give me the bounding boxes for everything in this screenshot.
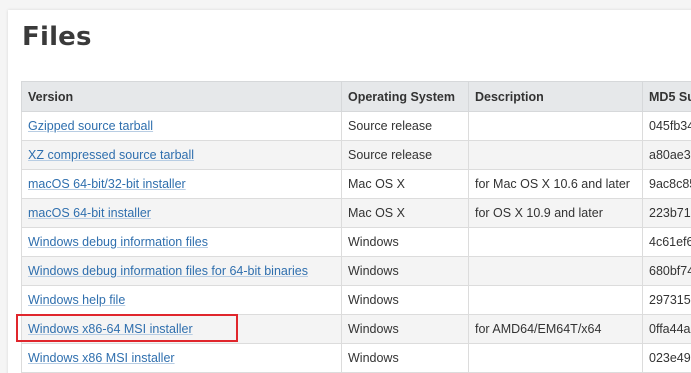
- download-link-windows-x86-64-msi-installer[interactable]: Windows x86-64 MSI installer: [28, 322, 193, 336]
- column-header-version: Version: [21, 81, 342, 112]
- download-link-macos-64-32-installer[interactable]: macOS 64-bit/32-bit installer: [28, 177, 186, 191]
- version-cell: macOS 64-bit installer: [21, 198, 342, 228]
- download-link-macos-64-installer[interactable]: macOS 64-bit installer: [28, 206, 151, 220]
- table-row: Windows x86 MSI installer Windows 023e49…: [21, 343, 691, 373]
- description-cell: [468, 227, 643, 257]
- description-cell: [468, 256, 643, 286]
- table-header-row: Version Operating System Description MD5…: [21, 81, 691, 112]
- column-header-md5-sum: MD5 Sum: [642, 81, 691, 112]
- download-link-windows-debug-files[interactable]: Windows debug information files: [28, 235, 208, 249]
- table-row: Windows debug information files Windows …: [21, 227, 691, 257]
- version-cell: Windows x86-64 MSI installer: [21, 314, 342, 344]
- column-header-operating-system: Operating System: [341, 81, 469, 112]
- md5-cell: 223b713: [642, 198, 691, 228]
- table-row: Windows x86-64 MSI installer Windows for…: [21, 314, 691, 344]
- md5-cell: 9ac8c85: [642, 169, 691, 199]
- description-cell: for AMD64/EM64T/x64: [468, 314, 643, 344]
- md5-cell: 4c61ef6: [642, 227, 691, 257]
- description-cell: [468, 343, 643, 373]
- version-cell: Windows debug information files for 64-b…: [21, 256, 342, 286]
- os-cell: Mac OS X: [341, 198, 469, 228]
- md5-cell: 2973154: [642, 285, 691, 315]
- section-title: Files: [22, 22, 92, 52]
- description-cell: [468, 140, 643, 170]
- table-row: macOS 64-bit/32-bit installer Mac OS X f…: [21, 169, 691, 199]
- md5-cell: 680bf74: [642, 256, 691, 286]
- os-cell: Windows: [341, 285, 469, 315]
- md5-cell: a80ae3c: [642, 140, 691, 170]
- md5-cell: 0ffa44a: [642, 314, 691, 344]
- files-table: Version Operating System Description MD5…: [21, 81, 691, 373]
- column-header-description: Description: [468, 81, 643, 112]
- os-cell: Mac OS X: [341, 169, 469, 199]
- os-cell: Source release: [341, 140, 469, 170]
- version-cell: Windows x86 MSI installer: [21, 343, 342, 373]
- version-cell: Gzipped source tarball: [21, 111, 342, 141]
- os-cell: Windows: [341, 256, 469, 286]
- os-cell: Windows: [341, 227, 469, 257]
- download-link-windows-help-file[interactable]: Windows help file: [28, 293, 125, 307]
- description-cell: [468, 285, 643, 315]
- version-cell: Windows debug information files: [21, 227, 342, 257]
- description-cell: [468, 111, 643, 141]
- os-cell: Source release: [341, 111, 469, 141]
- table-row: Gzipped source tarball Source release 04…: [21, 111, 691, 141]
- md5-cell: 023e49c: [642, 343, 691, 373]
- version-cell: XZ compressed source tarball: [21, 140, 342, 170]
- description-cell: for OS X 10.9 and later: [468, 198, 643, 228]
- page: Files Version Operating System Descripti…: [0, 0, 691, 373]
- download-link-windows-debug-files-64[interactable]: Windows debug information files for 64-b…: [28, 264, 308, 278]
- table-row: Windows help file Windows 2973154: [21, 285, 691, 315]
- md5-cell: 045fb344: [642, 111, 691, 141]
- table-row: XZ compressed source tarball Source rele…: [21, 140, 691, 170]
- version-cell: Windows help file: [21, 285, 342, 315]
- description-cell: for Mac OS X 10.6 and later: [468, 169, 643, 199]
- download-link-gzipped-source-tarball[interactable]: Gzipped source tarball: [28, 119, 153, 133]
- table-row: Windows debug information files for 64-b…: [21, 256, 691, 286]
- download-link-xz-source-tarball[interactable]: XZ compressed source tarball: [28, 148, 194, 162]
- table-row: macOS 64-bit installer Mac OS X for OS X…: [21, 198, 691, 228]
- download-link-windows-x86-msi-installer[interactable]: Windows x86 MSI installer: [28, 351, 175, 365]
- os-cell: Windows: [341, 343, 469, 373]
- version-cell: macOS 64-bit/32-bit installer: [21, 169, 342, 199]
- os-cell: Windows: [341, 314, 469, 344]
